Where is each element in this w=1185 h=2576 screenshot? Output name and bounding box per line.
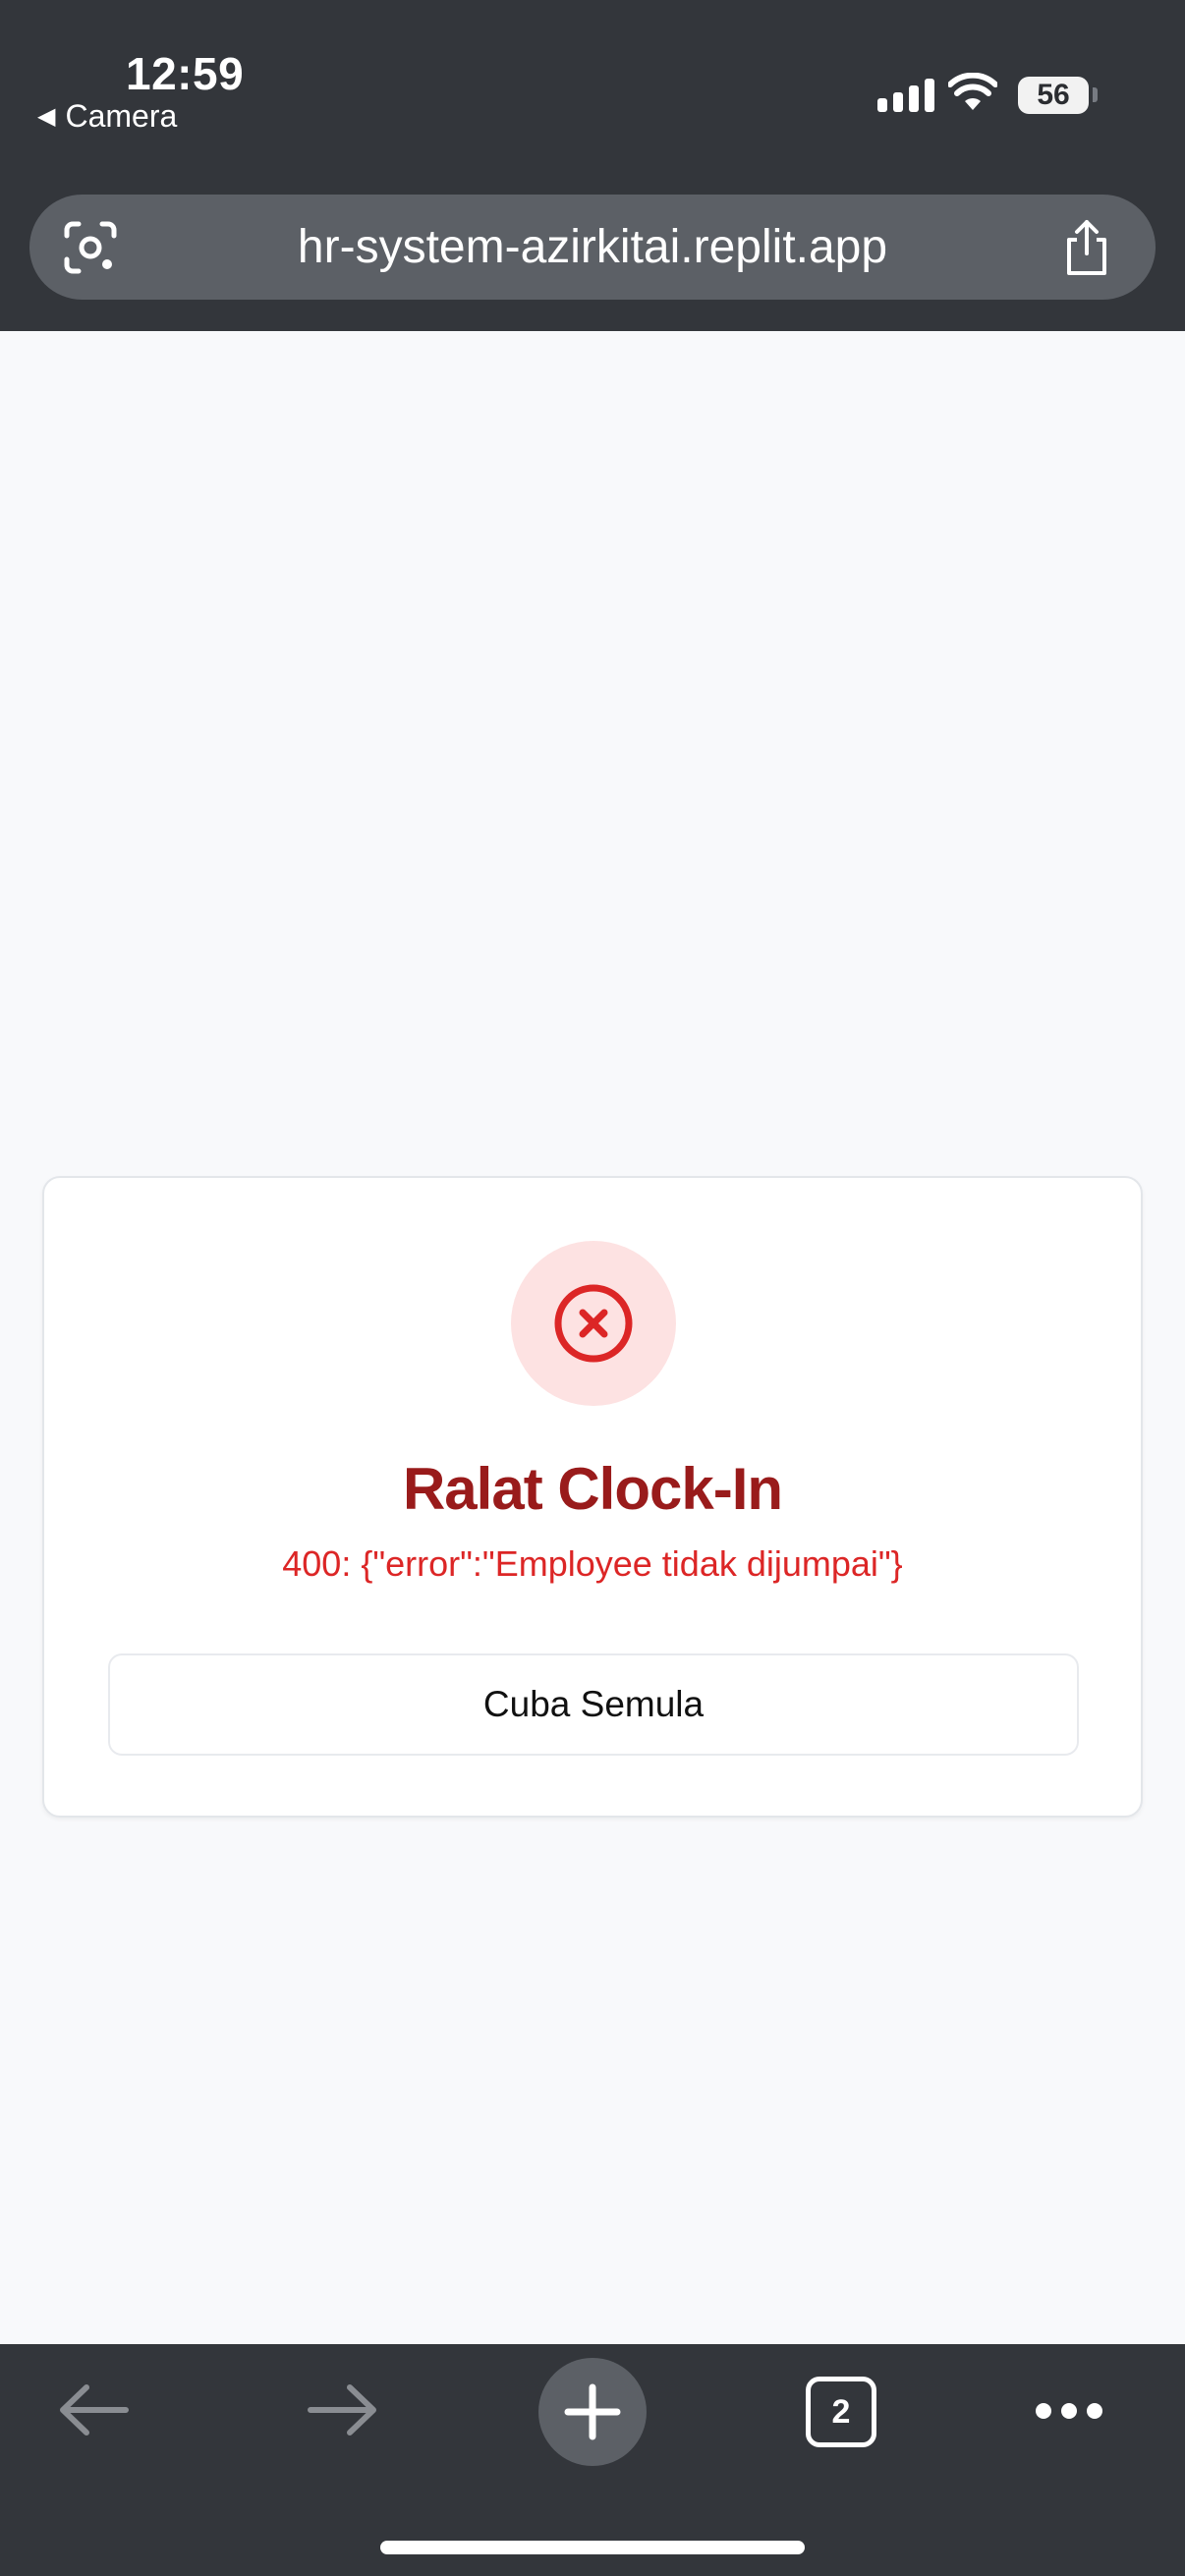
battery-nub xyxy=(1093,87,1098,102)
address-bar[interactable]: hr-system-azirkitai.replit.app xyxy=(29,195,1156,300)
share-icon[interactable] xyxy=(1059,218,1114,279)
error-icon-badge xyxy=(511,1241,676,1406)
error-message: 400: {"error":"Employee tidak dijumpai"} xyxy=(282,1543,903,1584)
arrow-right-icon[interactable] xyxy=(307,2383,379,2436)
more-horizontal-icon[interactable] xyxy=(1034,2401,1104,2421)
plus-icon xyxy=(564,2383,621,2440)
retry-button[interactable]: Cuba Semula xyxy=(108,1653,1079,1756)
new-tab-button[interactable] xyxy=(538,2358,647,2466)
x-circle-icon xyxy=(554,1284,633,1363)
arrow-left-icon[interactable] xyxy=(57,2383,130,2436)
cellular-signal-icon xyxy=(877,77,934,112)
back-app-label: Camera xyxy=(65,98,178,134)
google-lens-icon[interactable] xyxy=(63,220,118,275)
home-indicator[interactable] xyxy=(380,2541,805,2554)
tab-switcher-button[interactable]: 2 xyxy=(806,2377,876,2447)
browser-bottom-toolbar: 2 xyxy=(0,2344,1185,2576)
wifi-icon xyxy=(948,73,997,110)
browser-top-chrome: 12:59 ◀ Camera 56 hr-system-azirkitai.re… xyxy=(0,0,1185,331)
back-to-app-link[interactable]: ◀ Camera xyxy=(37,98,177,135)
battery-indicator: 56 xyxy=(1018,77,1089,114)
error-card: Ralat Clock-In 400: {"error":"Employee t… xyxy=(42,1176,1143,1818)
status-time: 12:59 xyxy=(126,48,245,99)
error-title: Ralat Clock-In xyxy=(402,1456,783,1522)
back-triangle-icon: ◀ xyxy=(37,103,56,130)
url-text[interactable]: hr-system-azirkitai.replit.app xyxy=(29,195,1156,300)
